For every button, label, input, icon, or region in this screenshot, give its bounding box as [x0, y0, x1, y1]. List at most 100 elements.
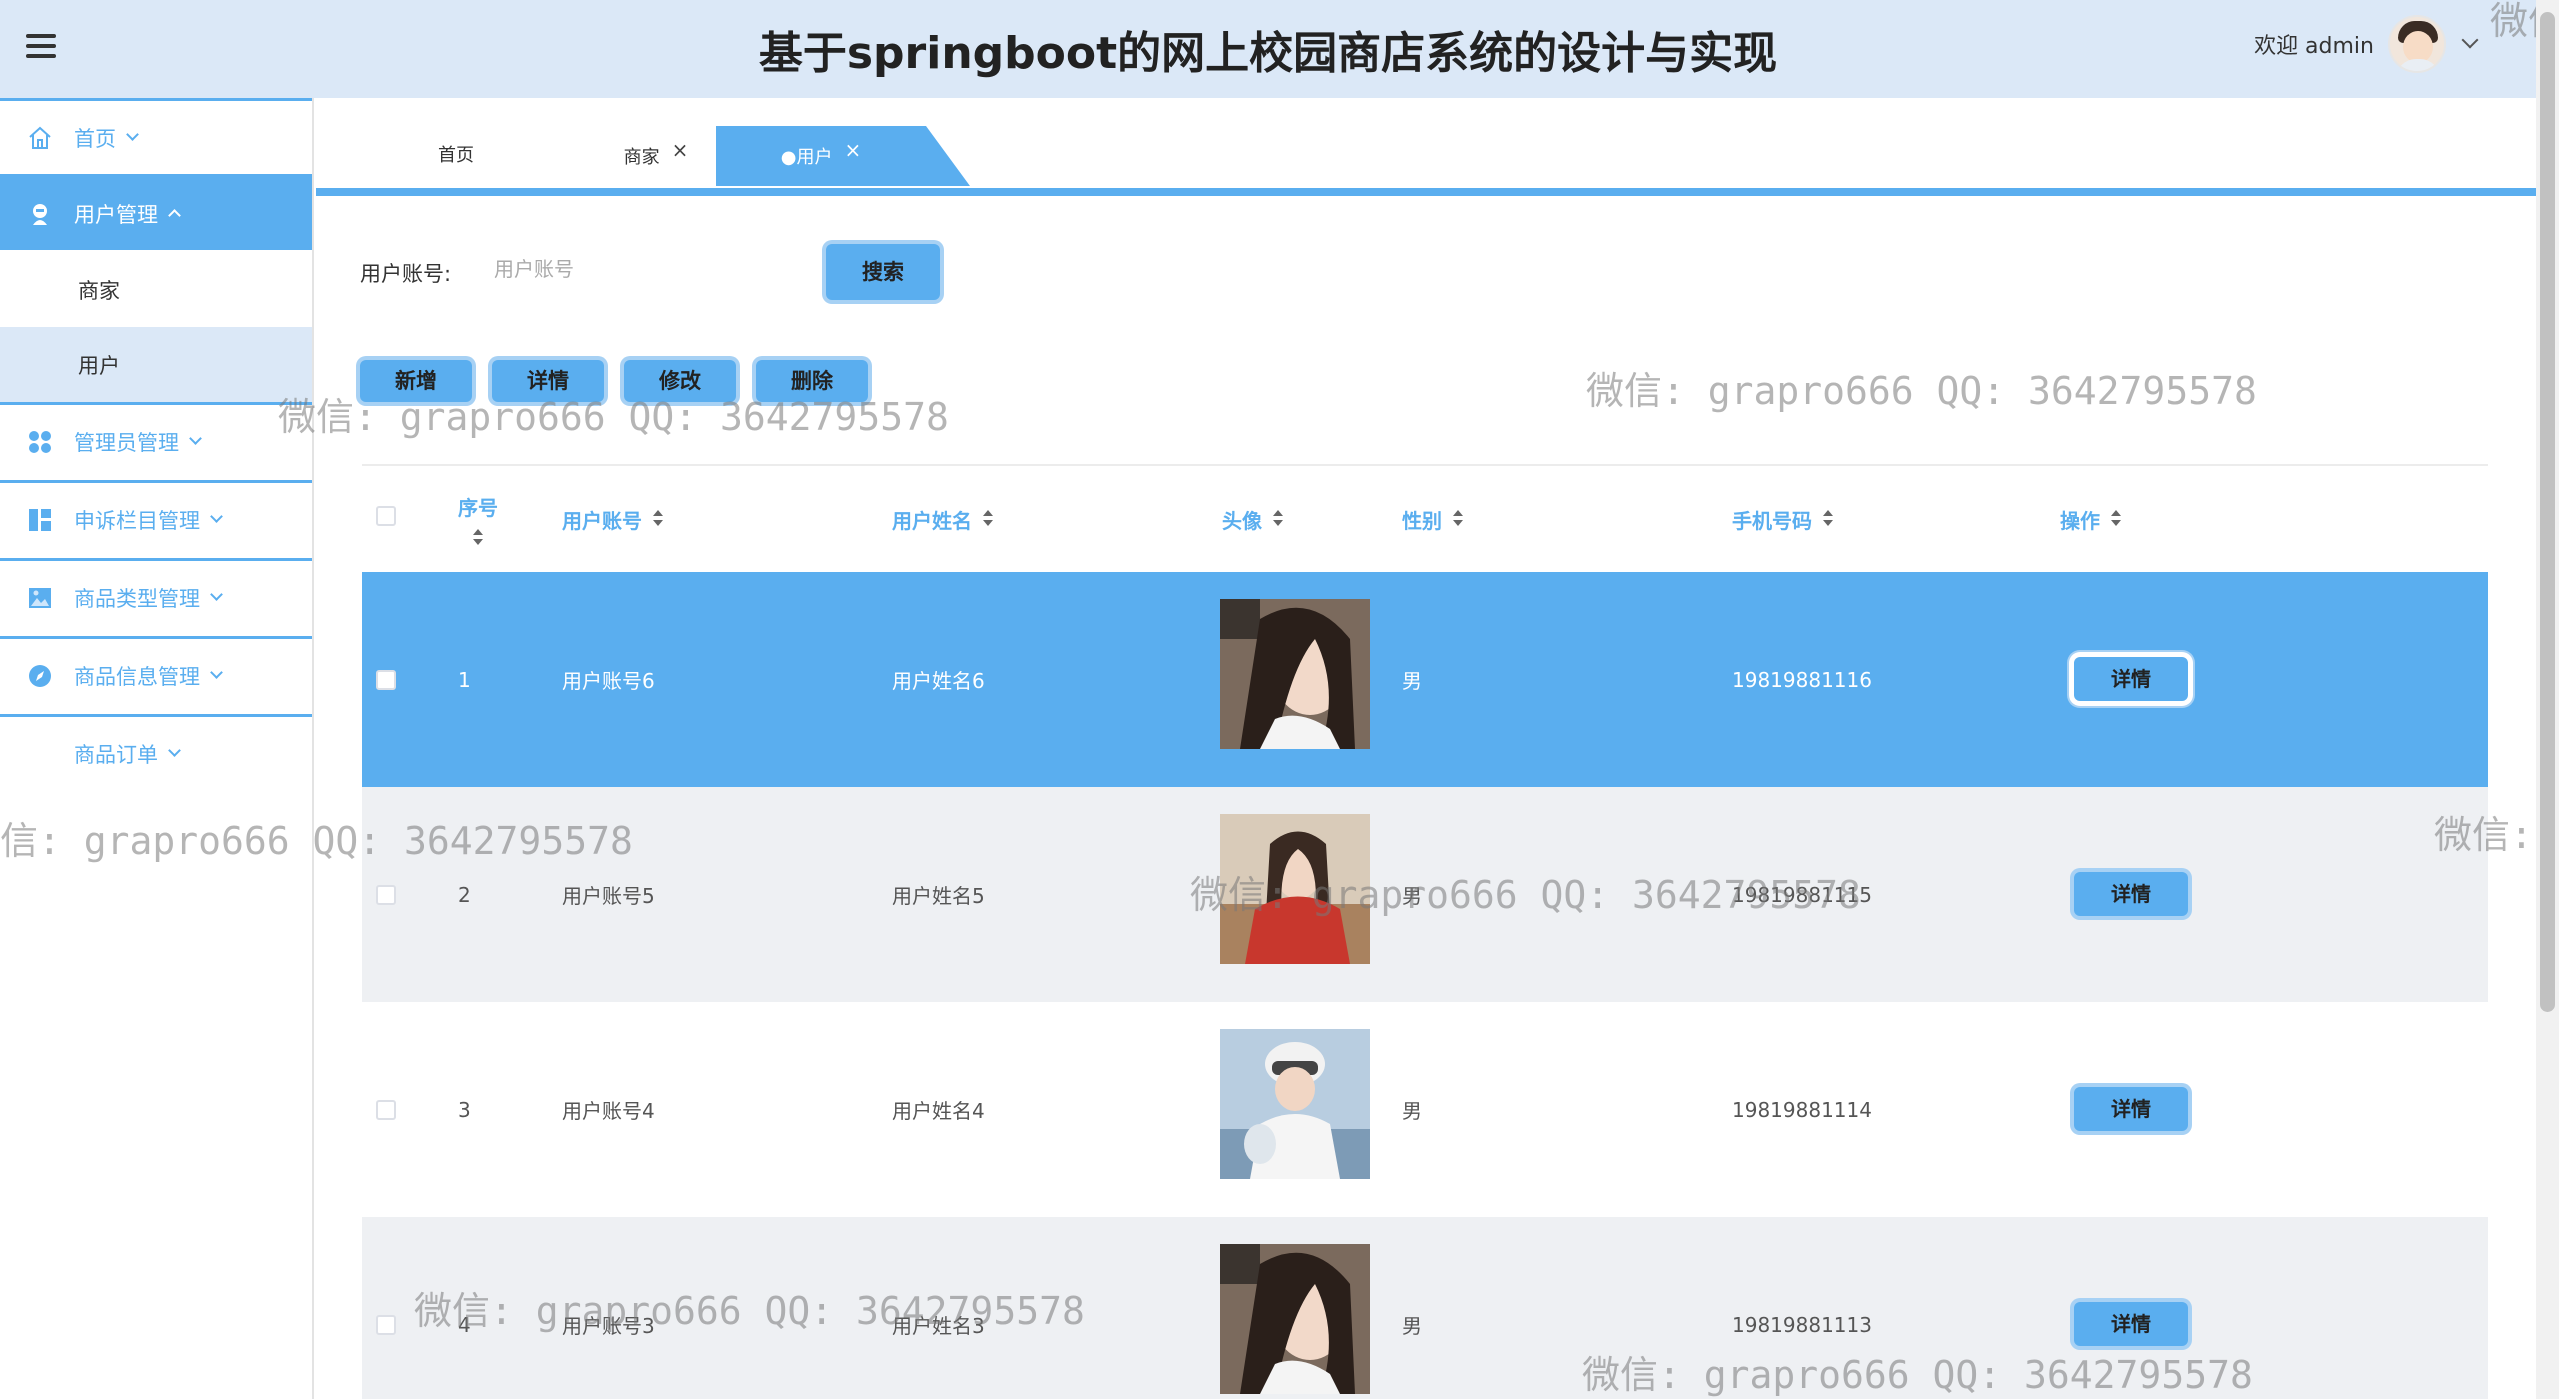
- user-avatar-image: [1220, 1244, 1370, 1394]
- close-icon[interactable]: ×: [844, 138, 861, 162]
- chevron-down-icon: [126, 128, 139, 141]
- sidebar-subitem-label: 用户: [78, 353, 120, 378]
- sort-icon[interactable]: [982, 510, 994, 528]
- column-name[interactable]: 用户姓名: [892, 466, 994, 572]
- chevron-down-icon: [210, 510, 223, 523]
- layout-icon: [26, 506, 54, 534]
- delete-button[interactable]: 删除: [756, 360, 868, 402]
- detail-button[interactable]: 详情: [492, 360, 604, 402]
- row-name: 用户姓名5: [892, 884, 985, 908]
- tab-underline: [316, 188, 2536, 196]
- row-checkbox[interactable]: [376, 885, 396, 905]
- row-account: 用户账号5: [562, 884, 655, 908]
- sidebar-item-label: 用户管理: [74, 202, 158, 227]
- sort-icon[interactable]: [652, 510, 664, 528]
- chevron-down-icon: [168, 744, 181, 757]
- add-button[interactable]: 新增: [360, 360, 472, 402]
- user-avatar-image: [1220, 599, 1370, 749]
- compass-icon: [26, 662, 54, 690]
- row-account: 用户账号4: [562, 1099, 655, 1123]
- sidebar-item-admin-management[interactable]: 管理员管理: [0, 402, 312, 478]
- search-button[interactable]: 搜索: [826, 244, 940, 300]
- sidebar-item-home[interactable]: 首页: [0, 98, 312, 174]
- sort-icon[interactable]: [472, 528, 484, 547]
- row-phone: 19819881116: [1732, 667, 1872, 692]
- column-phone[interactable]: 手机号码: [1732, 466, 1834, 572]
- tab-merchant[interactable]: 商家 ×: [596, 126, 716, 186]
- user-icon: [26, 200, 54, 228]
- user-avatar-image: [1220, 814, 1370, 964]
- row-checkbox[interactable]: [376, 670, 396, 690]
- row-detail-button[interactable]: 详情: [2074, 657, 2188, 701]
- picture-icon: [26, 584, 54, 612]
- sidebar-subitem-label: 商家: [78, 278, 120, 303]
- sort-icon[interactable]: [2110, 510, 2122, 528]
- sort-icon[interactable]: [1822, 510, 1834, 528]
- close-icon[interactable]: ×: [672, 138, 689, 162]
- avatar[interactable]: [2388, 15, 2446, 73]
- row-index: 2: [458, 882, 471, 907]
- sidebar-item-label: 首页: [74, 126, 116, 151]
- user-avatar-image: [1220, 1029, 1370, 1179]
- table-row[interactable]: 3 用户账号4 用户姓名4 男 19819881114 详情: [362, 1002, 2488, 1217]
- row-account: 用户账号6: [562, 669, 655, 693]
- row-checkbox[interactable]: [376, 1315, 396, 1335]
- column-account[interactable]: 用户账号: [562, 466, 664, 572]
- tab-home[interactable]: 首页: [316, 126, 596, 186]
- page-scrollbar[interactable]: [2536, 0, 2559, 1399]
- column-index[interactable]: 序号: [458, 466, 498, 572]
- row-gender: 男: [1402, 669, 1422, 693]
- search-label: 用户账号:: [360, 262, 452, 286]
- sidebar-item-category-management[interactable]: 商品类型管理: [0, 558, 312, 634]
- column-gender[interactable]: 性别: [1402, 466, 1464, 572]
- chevron-down-icon: [210, 588, 223, 601]
- row-detail-button[interactable]: 详情: [2074, 872, 2188, 916]
- sidebar-item-label: 商品订单: [74, 742, 158, 767]
- row-index: 3: [458, 1097, 471, 1122]
- tab-user[interactable]: ●用户 ×: [716, 126, 970, 186]
- chevron-up-icon: [168, 209, 181, 222]
- row-name: 用户姓名6: [892, 669, 985, 693]
- sidebar-item-label: 商品信息管理: [74, 664, 200, 689]
- column-avatar[interactable]: 头像: [1222, 466, 1284, 572]
- row-gender: 男: [1402, 1099, 1422, 1123]
- edit-button[interactable]: 修改: [624, 360, 736, 402]
- user-table: 序号 用户账号 用户姓名 头像 性别 手机号码 操作 1 用户账号6 用户姓名6…: [362, 464, 2488, 1399]
- row-detail-button[interactable]: 详情: [2074, 1087, 2188, 1131]
- sort-icon[interactable]: [1272, 510, 1284, 528]
- watermark-text: 微信: grapro666 QQ: 3642795578: [1586, 369, 2257, 413]
- row-phone: 19819881115: [1732, 882, 1872, 907]
- row-gender: 男: [1402, 884, 1422, 908]
- sidebar-item-label: 管理员管理: [74, 430, 179, 455]
- sidebar-item-user-management[interactable]: 用户管理: [0, 174, 312, 250]
- select-all-checkbox[interactable]: [376, 506, 396, 526]
- table-row[interactable]: 2 用户账号5 用户姓名5 男 19819881115 详情: [362, 787, 2488, 1002]
- row-name: 用户姓名4: [892, 1099, 985, 1123]
- row-gender: 男: [1402, 1314, 1422, 1338]
- table-header: 序号 用户账号 用户姓名 头像 性别 手机号码 操作: [362, 466, 2488, 572]
- row-name: 用户姓名3: [892, 1314, 985, 1338]
- chevron-down-icon[interactable]: [2461, 31, 2479, 49]
- sidebar: 首页 用户管理 商家 用户 管理员管理 申诉栏目管理 商品类型管理 商品信息管理…: [0, 98, 314, 1399]
- sidebar-item-appeal-management[interactable]: 申诉栏目管理: [0, 480, 312, 556]
- sidebar-item-orders[interactable]: 商品订单: [0, 714, 312, 790]
- search-input[interactable]: [480, 248, 800, 292]
- sidebar-item-product-management[interactable]: 商品信息管理: [0, 636, 312, 712]
- apps-icon: [26, 428, 54, 456]
- user-menu[interactable]: 欢迎 admin: [2254, 14, 2479, 74]
- table-row[interactable]: 1 用户账号6 用户姓名6 男 19819881116 详情: [362, 572, 2488, 787]
- sidebar-subitem-user[interactable]: 用户: [0, 327, 312, 402]
- row-detail-button[interactable]: 详情: [2074, 1302, 2188, 1346]
- row-index: 4: [458, 1312, 471, 1337]
- sidebar-subitem-merchant[interactable]: 商家: [0, 252, 312, 327]
- scrollbar-thumb[interactable]: [2540, 12, 2555, 1012]
- row-phone: 19819881113: [1732, 1312, 1872, 1337]
- sidebar-item-label: 申诉栏目管理: [74, 508, 200, 533]
- table-row[interactable]: 4 用户账号3 用户姓名3 男 19819881113 详情: [362, 1217, 2488, 1399]
- row-phone: 19819881114: [1732, 1097, 1872, 1122]
- home-icon: [26, 124, 54, 152]
- sort-icon[interactable]: [1452, 510, 1464, 528]
- top-header: 基于springboot的网上校园商店系统的设计与实现 欢迎 admin: [0, 0, 2536, 98]
- row-checkbox[interactable]: [376, 1100, 396, 1120]
- column-actions[interactable]: 操作: [2060, 466, 2122, 572]
